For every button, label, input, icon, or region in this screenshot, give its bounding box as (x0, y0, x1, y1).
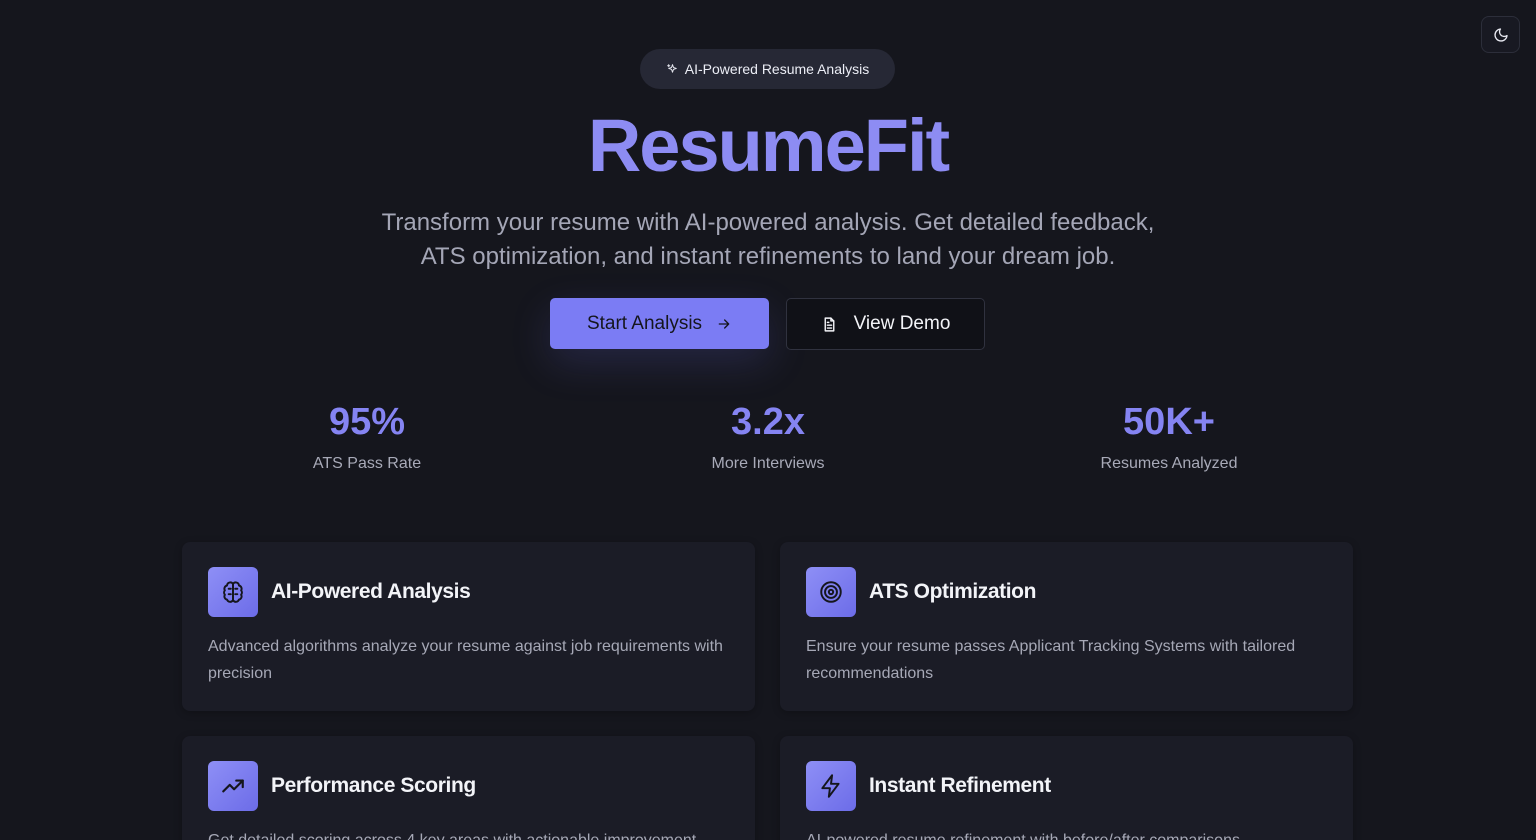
page-title: ResumeFit (587, 104, 950, 187)
feature-card-ats-optimization: ATS Optimization Ensure your resume pass… (780, 542, 1353, 711)
stat-label: ATS Pass Rate (312, 455, 422, 472)
start-analysis-label: Start Analysis (586, 312, 703, 334)
feature-icon-wrap (806, 567, 856, 617)
hero-badge-label: AI-Powered Resume Analysis (684, 61, 870, 77)
hero-badge: AI-Powered Resume Analysis (640, 49, 895, 89)
feature-title: Instant Refinement (869, 774, 1051, 797)
stat-label: More Interviews (711, 455, 825, 472)
feature-icon-wrap (208, 761, 258, 811)
trending-up-icon (222, 779, 244, 793)
moon-icon (1493, 27, 1508, 42)
document-icon (824, 316, 835, 332)
feature-card-ai-analysis: AI-Powered Analysis Advanced algorithms … (182, 542, 755, 711)
theme-toggle-button[interactable] (1481, 16, 1520, 53)
feature-title: ATS Optimization (869, 580, 1037, 603)
arrow-right-icon (718, 318, 730, 329)
hero-subtitle: Transform your resume with AI-powered an… (381, 209, 1155, 270)
stat-value: 95% (328, 401, 406, 443)
feature-icon-wrap (208, 567, 258, 617)
start-analysis-button[interactable]: Start Analysis (550, 298, 769, 349)
stat-label: Resumes Analyzed (1100, 455, 1238, 472)
target-icon (820, 581, 842, 603)
view-demo-label: View Demo (853, 313, 951, 334)
stat-resumes-analyzed: 50K+ Resumes Analyzed (1019, 400, 1319, 473)
lightning-icon (821, 774, 840, 798)
sparkles-icon (666, 63, 677, 73)
stat-value: 50K+ (1123, 401, 1215, 443)
feature-card-performance-scoring: Performance Scoring Get detailed scoring… (182, 736, 755, 840)
feature-description: Get detailed scoring across 4 key areas … (208, 827, 733, 840)
feature-icon-wrap (806, 761, 856, 811)
stat-ats-pass-rate: 95% ATS Pass Rate (217, 400, 517, 473)
stat-value: 3.2x (731, 401, 805, 443)
feature-description: Advanced algorithms analyze your resume … (208, 638, 723, 682)
feature-description: AI-powered resume refinement with before… (806, 827, 1331, 840)
stat-more-interviews: 3.2x More Interviews (618, 400, 918, 473)
feature-title: Performance Scoring (271, 774, 476, 797)
feature-description: Ensure your resume passes Applicant Trac… (806, 638, 1296, 682)
feature-title: AI-Powered Analysis (271, 580, 471, 603)
view-demo-button[interactable]: View Demo (786, 298, 985, 350)
brain-icon (223, 581, 243, 603)
feature-card-instant-refinement: Instant Refinement AI-powered resume ref… (780, 736, 1353, 840)
